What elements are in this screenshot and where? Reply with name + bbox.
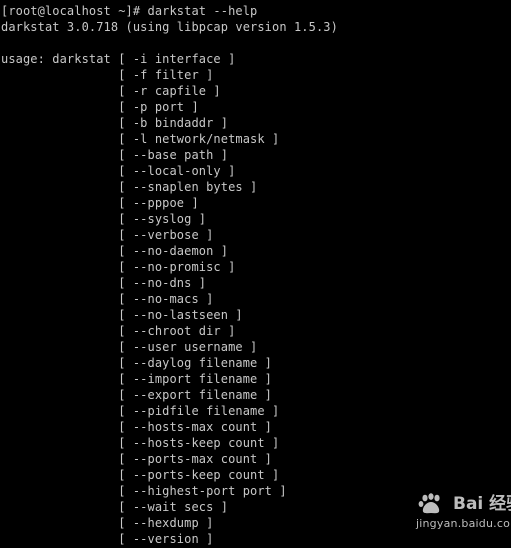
terminal-line-option: [ -f filter ] (1, 68, 214, 82)
terminal-line-option: [ --hexdump ] (1, 516, 214, 530)
paw-icon (418, 493, 440, 514)
terminal-line-prompt: [root@localhost ~]# darkstat --help (1, 4, 258, 18)
terminal-line-option: [ --hosts-keep count ] (1, 436, 280, 450)
terminal-line-option: [ --ports-max count ] (1, 452, 273, 466)
terminal-line-option: [ --verbose ] (1, 228, 214, 242)
terminal-line-option: [ --pidfile filename ] (1, 404, 280, 418)
terminal-line-option: [ --no-lastseen ] (1, 308, 243, 322)
terminal-line-option: [ --snaplen bytes ] (1, 180, 258, 194)
terminal-line-option: [ -b bindaddr ] (1, 116, 229, 130)
baidu-jingyan-watermark: Bai 经验 jingyan.baidu.com (412, 493, 511, 533)
terminal-line-option: [ --no-macs ] (1, 292, 214, 306)
terminal-line-option: [ --highest-port port ] (1, 484, 287, 498)
terminal-line-option: [ --base path ] (1, 148, 229, 162)
terminal-line-option: [ --no-daemon ] (1, 244, 229, 258)
terminal-line-option: [ -l network/netmask ] (1, 132, 280, 146)
terminal-line-option: [ --version ] (1, 532, 214, 546)
terminal-line-option: [ --chroot dir ] (1, 324, 236, 338)
watermark-brand: Bai 经验 (453, 494, 511, 514)
terminal-line-usage: usage: darkstat [ -i interface ] (1, 52, 236, 66)
terminal-line-option: [ -p port ] (1, 100, 199, 114)
terminal-line-option: [ --hosts-max count ] (1, 420, 273, 434)
terminal-line-option: [ --wait secs ] (1, 500, 229, 514)
terminal-line-option: [ --no-promisc ] (1, 260, 236, 274)
terminal-line-option: [ --local-only ] (1, 164, 236, 178)
terminal-line-option: [ --user username ] (1, 340, 258, 354)
terminal-line-option: [ --export filename ] (1, 388, 273, 402)
terminal-line-option: [ --daylog filename ] (1, 356, 273, 370)
terminal-window[interactable]: [root@localhost ~]# darkstat --help dark… (0, 0, 511, 548)
terminal-line-option: [ --no-dns ] (1, 276, 207, 290)
terminal-line-option: [ --ports-keep count ] (1, 468, 280, 482)
watermark-url: jingyan.baidu.com (416, 517, 511, 530)
terminal-line-version: darkstat 3.0.718 (using libpcap version … (1, 20, 338, 34)
terminal-line-option: [ --pppoe ] (1, 196, 199, 210)
terminal-line-option: [ --import filename ] (1, 372, 273, 386)
terminal-line-option: [ --syslog ] (1, 212, 207, 226)
terminal-line-option: [ -r capfile ] (1, 84, 221, 98)
